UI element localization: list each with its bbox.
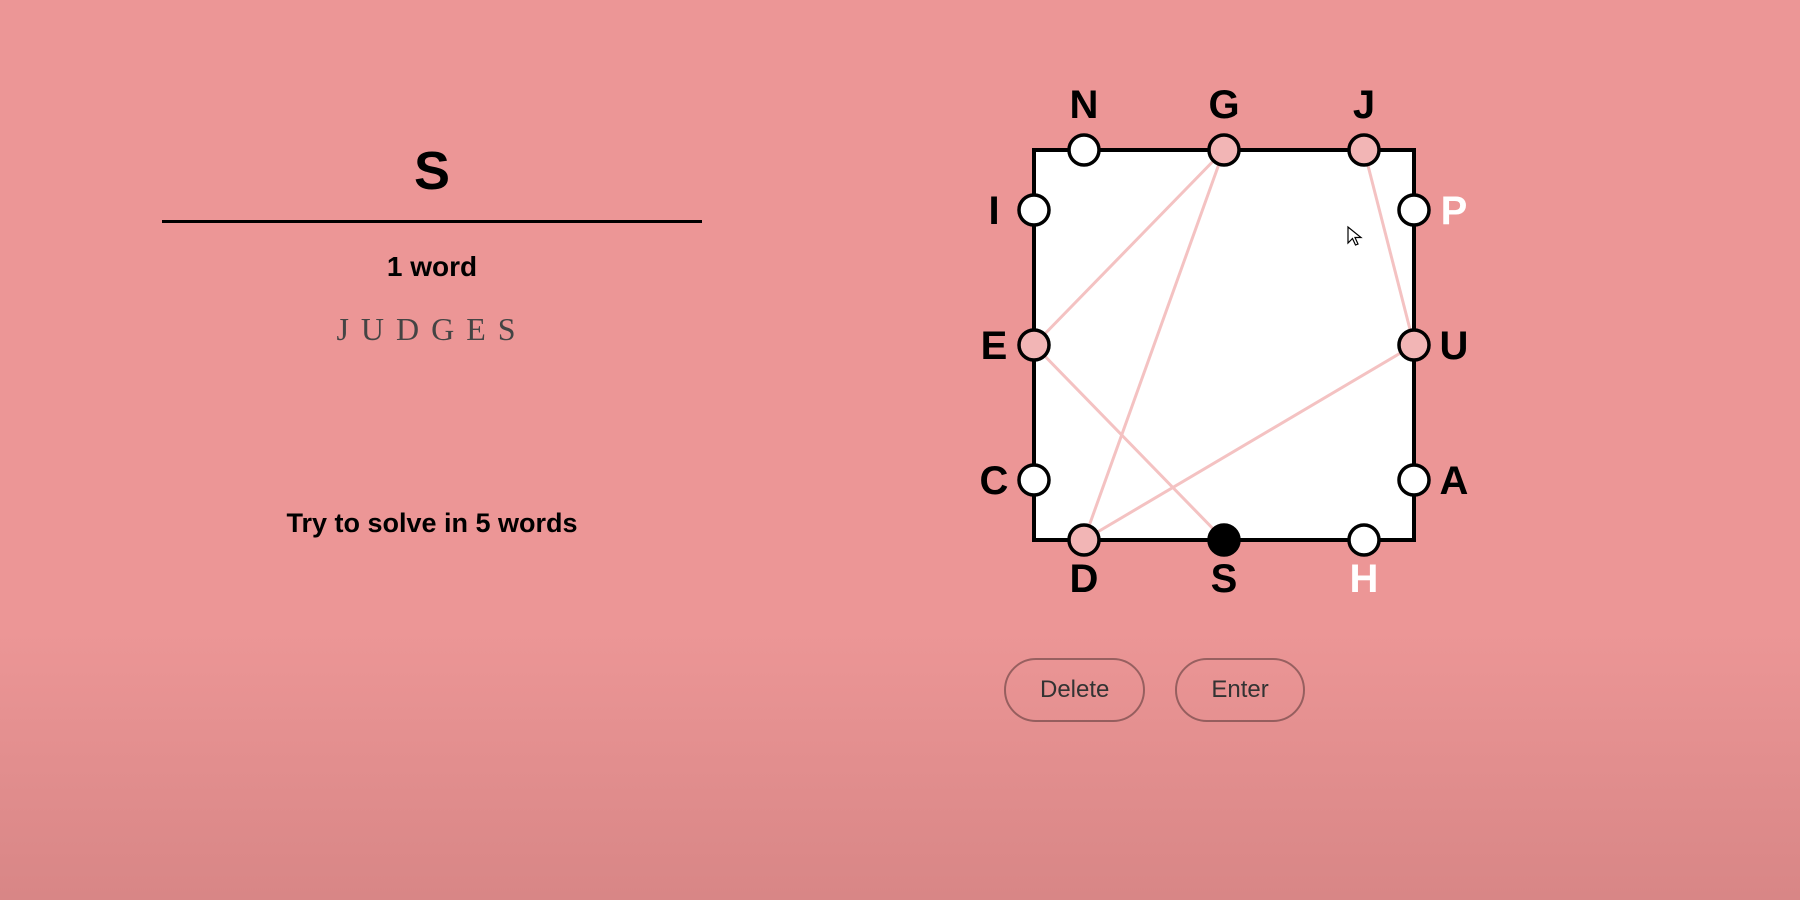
- svg-text:S: S: [1211, 557, 1238, 601]
- hint-text: Try to solve in 5 words: [286, 508, 577, 539]
- svg-text:U: U: [1440, 324, 1469, 368]
- svg-text:E: E: [981, 324, 1008, 368]
- letter-dot-J[interactable]: J: [1349, 83, 1379, 165]
- svg-text:C: C: [980, 459, 1009, 503]
- enter-button[interactable]: Enter: [1175, 658, 1304, 722]
- delete-button[interactable]: Delete: [1004, 658, 1145, 722]
- found-word: JUDGES: [336, 311, 527, 348]
- svg-text:J: J: [1353, 83, 1375, 127]
- input-line: S: [162, 140, 702, 223]
- letter-dot-H[interactable]: H: [1349, 525, 1379, 601]
- letter-dot-N[interactable]: N: [1069, 83, 1099, 165]
- letter-dot-G[interactable]: G: [1208, 83, 1239, 165]
- game-board[interactable]: N G J P U A D S H I E C: [944, 60, 1504, 630]
- svg-text:P: P: [1441, 189, 1468, 233]
- svg-text:N: N: [1070, 83, 1099, 127]
- word-count: 1 word: [387, 251, 477, 283]
- svg-text:I: I: [988, 189, 999, 233]
- current-letter: S: [414, 141, 450, 201]
- letter-dot-D[interactable]: D: [1069, 525, 1099, 601]
- svg-text:D: D: [1070, 557, 1099, 601]
- svg-text:A: A: [1440, 459, 1469, 503]
- svg-text:G: G: [1208, 83, 1239, 127]
- letter-dot-S[interactable]: S: [1209, 525, 1239, 601]
- svg-text:H: H: [1350, 557, 1379, 601]
